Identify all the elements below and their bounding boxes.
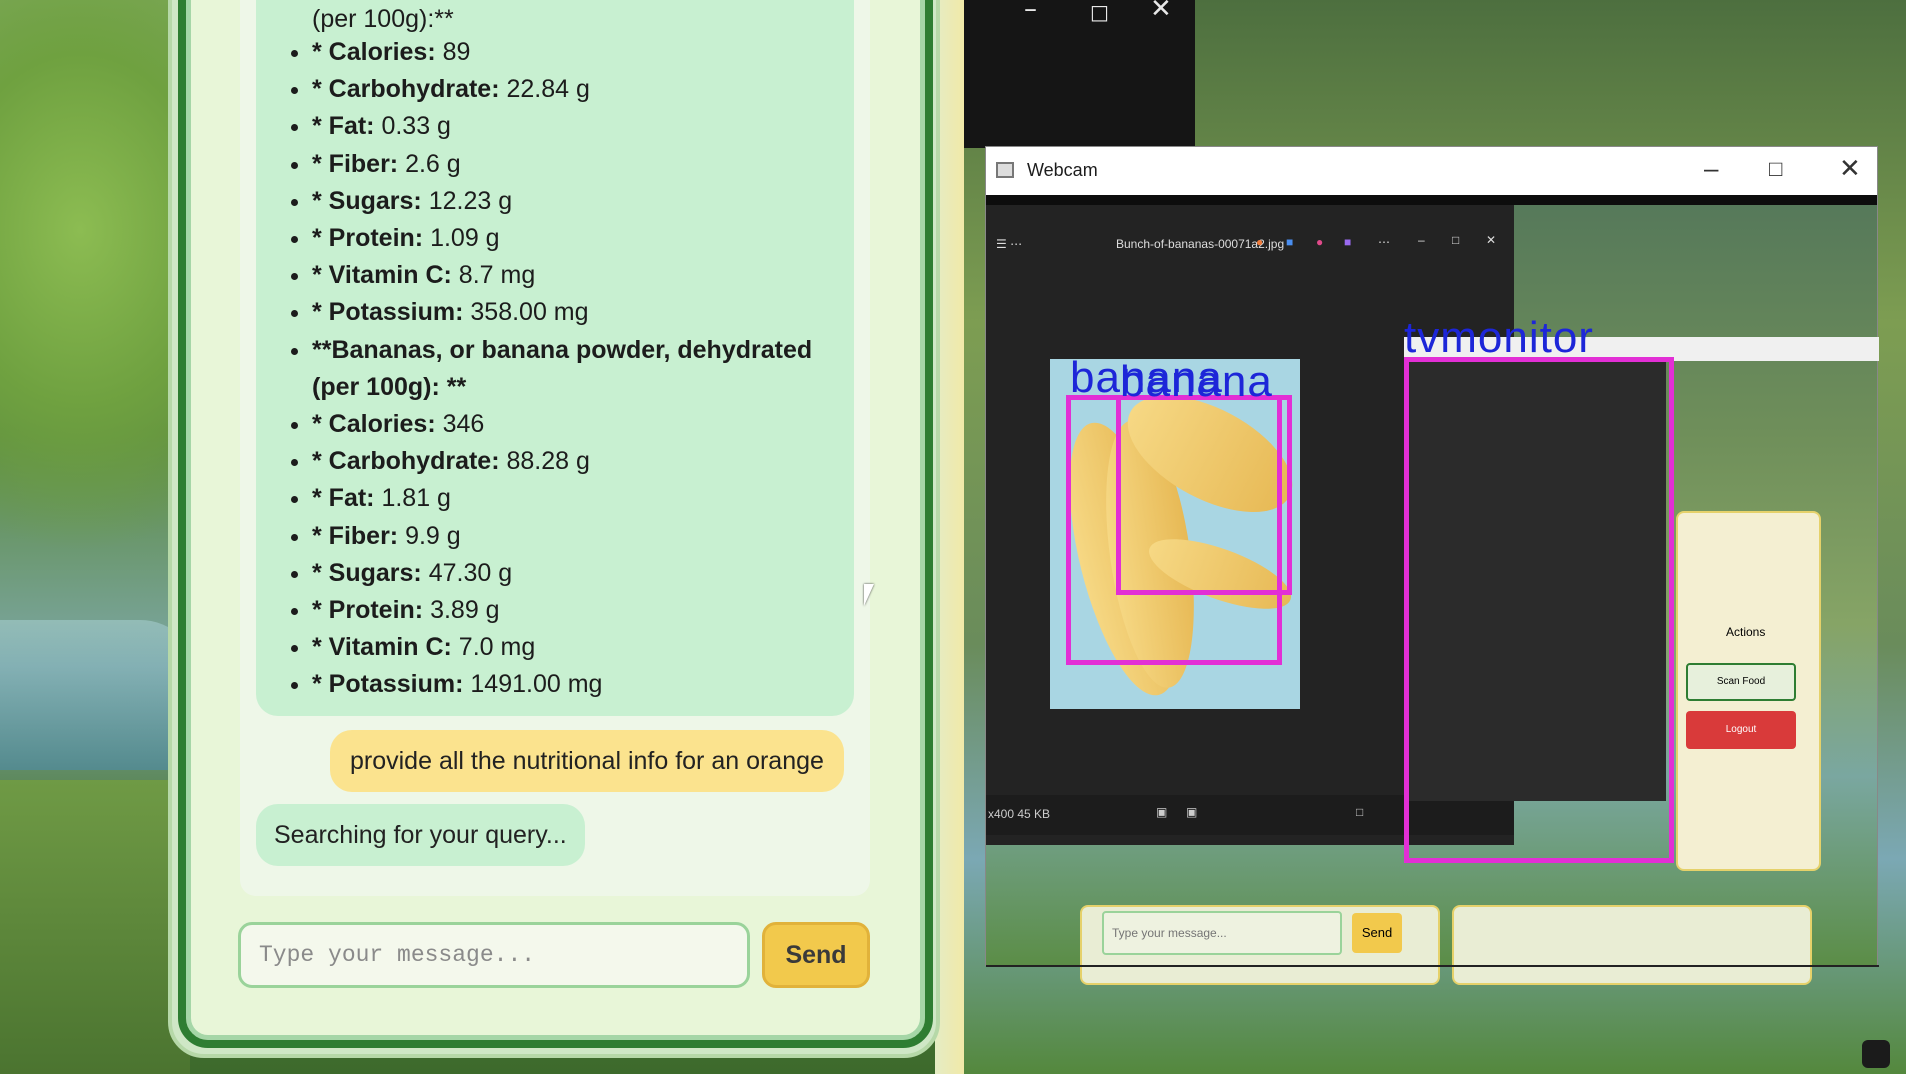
nutrition-item-label: * Carbohydrate: (312, 75, 500, 104)
nutrition-item-label: * Vitamin C: (312, 633, 452, 662)
nutrition-item-value: 9.9 g (398, 521, 461, 550)
nutrition-item-label: * Fat: (312, 112, 375, 141)
desktop-right: – □ ✕ Webcam – □ ✕ ☰ ⋯ Bunch-of-bananas-… (964, 0, 1906, 1074)
nutrition-item-value: 47.30 g (421, 558, 513, 587)
nutrition-item-value: 358.00 mg (463, 298, 589, 327)
webcam-feed: ☰ ⋯ Bunch-of-bananas-00071a2.jpg ● ■ ● ■… (986, 205, 1879, 985)
nutrition-item-value: 346 (435, 410, 485, 439)
maximize-icon[interactable]: □ (1090, 0, 1109, 24)
detection-box-tvmonitor (1404, 357, 1674, 863)
nutrition-item-value: 12.23 g (421, 186, 513, 215)
nutrition-item: * Potassium: 358.00 mg (312, 294, 842, 331)
nutrition-item-value: 8.7 mg (451, 261, 536, 290)
nutrition-item: * Carbohydrate: 88.28 g (312, 443, 842, 480)
nutrition-item-value: 88.28 g (499, 447, 590, 476)
fit-icon: ▣ (1156, 805, 1168, 819)
webcam-titlebar[interactable]: Webcam – □ ✕ (986, 147, 1877, 195)
viewer-menu-icon: ☰ ⋯ (996, 237, 1023, 251)
nutrition-item-label: * Potassium: (312, 298, 464, 327)
screen-capture-icon[interactable] (1862, 1040, 1890, 1068)
nutrition-item: * Sugars: 12.23 g (312, 183, 842, 220)
share-icon: ■ (1286, 235, 1294, 249)
webcam-maximize-icon[interactable]: □ (1769, 156, 1782, 182)
webcam-window[interactable]: Webcam – □ ✕ ☰ ⋯ Bunch-of-bananas-00071a… (985, 146, 1879, 985)
feed-divider (986, 965, 1879, 967)
feed-message-input (1102, 911, 1342, 955)
nutrition-item: * Fat: 1.81 g (312, 480, 842, 517)
viewer-close-icon: ✕ (1486, 233, 1497, 247)
nutrition-item-value: 0.33 g (374, 112, 451, 141)
feed-second-window (1452, 905, 1812, 985)
nutrition-item-label: * Fat: (312, 484, 375, 513)
feed-actions-panel: Actions Scan Food Logout (1676, 511, 1821, 871)
webcam-minimize-icon[interactable]: – (1704, 153, 1718, 184)
nutrition-item: * Sugars: 47.30 g (312, 555, 842, 592)
background-window: – □ ✕ (964, 0, 1195, 148)
fullscreen-icon: ▣ (1186, 805, 1198, 819)
nutrition-item: * Calories: 346 (312, 406, 842, 443)
nutrition-item-label: * Protein: (312, 224, 424, 253)
nutrition-item-value: 3.89 g (423, 596, 500, 625)
viewer-minimize-icon: – (1418, 233, 1425, 247)
bot-message-first-line: (per 100g):** (312, 5, 454, 33)
nutrition-item: * Potassium: 1491.00 mg (312, 666, 842, 703)
detection-box-banana-2 (1116, 395, 1292, 595)
feed-send-button: Send (1352, 913, 1402, 953)
send-button[interactable]: Send (762, 922, 870, 988)
nutrition-item: * Calories: 89 (312, 34, 842, 71)
user-message: provide all the nutritional info for an … (330, 730, 844, 792)
nutrition-list: * Calories: 89* Carbohydrate: 22.84 g* F… (312, 34, 842, 704)
background-shore (0, 780, 190, 1074)
nutrition-item-value: 1.09 g (423, 224, 500, 253)
detection-label-tvmonitor: tvmonitor (1404, 313, 1594, 362)
bot-message-nutrition: (per 100g):** * Calories: 89* Carbohydra… (256, 0, 854, 716)
message-input[interactable] (238, 922, 750, 988)
viewer-toolbar: ☰ ⋯ Bunch-of-bananas-00071a2.jpg ● ■ ● ■… (986, 229, 1514, 265)
nutrition-item-value: 1491.00 mg (463, 670, 603, 699)
nutrition-item-label: * Fiber: (312, 149, 399, 178)
nutrition-item: **Bananas, or banana powder, dehydrated … (312, 332, 842, 406)
nutrition-item-label: * Sugars: (312, 186, 422, 215)
close-icon[interactable]: ✕ (1150, 0, 1172, 24)
webcam-close-icon[interactable]: ✕ (1839, 153, 1861, 184)
nutrition-item-label: * Sugars: (312, 558, 422, 587)
nutrition-item: * Protein: 1.09 g (312, 220, 842, 257)
feed-scan-food-button: Scan Food (1686, 663, 1796, 701)
nutrition-item: * Protein: 3.89 g (312, 592, 842, 629)
nutrition-item-label: * Fiber: (312, 521, 399, 550)
nutrition-item: * Carbohydrate: 22.84 g (312, 71, 842, 108)
nutrition-item: * Fiber: 2.6 g (312, 146, 842, 183)
nutrition-item-label: * Vitamin C: (312, 261, 452, 290)
mouse-cursor-icon (864, 584, 874, 606)
nutrition-item-value: 7.0 mg (451, 633, 536, 662)
viewer-status: x400 45 KB (988, 807, 1051, 821)
viewer-maximize-icon: □ (1452, 233, 1460, 247)
nutrition-item-value: 2.6 g (398, 149, 461, 178)
bot-status-message: Searching for your query... (256, 804, 585, 866)
nutrition-item-label: * Calories: (312, 410, 436, 439)
page-icon: □ (1356, 805, 1364, 819)
nutrition-item: * Vitamin C: 8.7 mg (312, 257, 842, 294)
more-icon: ⋯ (1378, 235, 1390, 249)
nutrition-item-label: **Bananas, or banana powder, dehydrated … (312, 335, 813, 401)
feed-logout-button: Logout (1686, 711, 1796, 749)
detection-label-banana-2: banana (1120, 357, 1273, 406)
webcam-title: Webcam (1027, 160, 1098, 180)
app-icon (996, 162, 1014, 178)
minimize-icon[interactable]: – (1024, 0, 1037, 24)
nutrition-item-value: 1.81 g (374, 484, 451, 513)
nutrition-item-value: 22.84 g (499, 75, 590, 104)
feed-actions-label: Actions (1726, 625, 1766, 639)
nutrition-item-label: * Protein: (312, 596, 424, 625)
nutrition-item-label: * Carbohydrate: (312, 447, 500, 476)
edit-icon: ● (1256, 235, 1264, 249)
effects-icon: ■ (1344, 235, 1352, 249)
nutrition-item: * Fat: 0.33 g (312, 108, 842, 145)
copilot-icon: ● (1316, 235, 1324, 249)
nutrition-item-value: 89 (435, 38, 471, 66)
nutrition-item: * Vitamin C: 7.0 mg (312, 629, 842, 666)
nutrition-item: * Fiber: 9.9 g (312, 518, 842, 555)
nutrition-item-label: * Potassium: (312, 670, 464, 699)
nutrition-item-label: * Calories: (312, 38, 436, 66)
